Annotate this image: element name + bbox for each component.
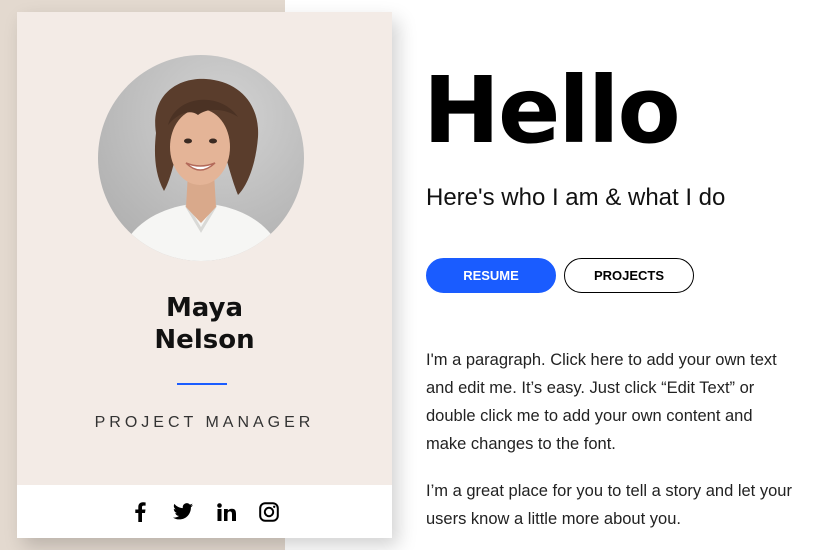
linkedin-icon[interactable] [215, 501, 237, 523]
profile-name: Maya Nelson [17, 292, 392, 356]
first-name: Maya [165, 293, 244, 323]
accent-divider [177, 383, 227, 385]
instagram-icon[interactable] [258, 501, 280, 523]
hero-title: Hello [423, 57, 681, 164]
projects-button[interactable]: PROJECTS [564, 258, 694, 293]
about-paragraph-2[interactable]: I’m a great place for you to tell a stor… [426, 477, 796, 533]
avatar-photo [118, 78, 284, 261]
about-paragraph-1[interactable]: I'm a paragraph. Click here to add your … [426, 346, 796, 458]
resume-button[interactable]: RESUME [426, 258, 556, 293]
twitter-icon[interactable] [172, 501, 194, 523]
facebook-icon[interactable] [129, 501, 151, 523]
hero-subtitle: Here's who I am & what I do [426, 184, 726, 211]
last-name: Nelson [154, 325, 255, 355]
social-bar [17, 485, 392, 538]
avatar [98, 55, 304, 261]
profile-card: Maya Nelson PROJECT MANAGER [17, 12, 392, 538]
job-title: PROJECT MANAGER [94, 414, 315, 431]
